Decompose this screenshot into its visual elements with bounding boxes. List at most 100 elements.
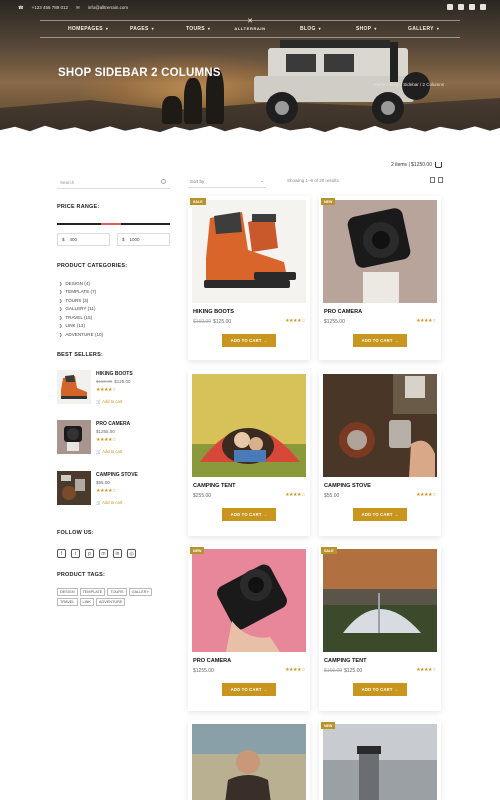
instagram-icon[interactable] [458, 4, 464, 10]
tag[interactable]: LINK [79, 598, 94, 606]
hiking-boots-thumb[interactable] [57, 370, 91, 404]
add-to-cart-link[interactable]: 🛒 Add to cart [96, 399, 122, 405]
pinterest-icon[interactable]: p [85, 549, 94, 558]
product-name[interactable]: PRO CAMERA [324, 309, 362, 315]
best-sellers-title: BEST SELLERS: [57, 352, 103, 358]
search-input[interactable]: Search [57, 176, 170, 189]
messenger-icon[interactable]: m [99, 549, 108, 558]
product-price: $1255.00 [193, 668, 214, 674]
phone-text[interactable]: +123 456 789 012 [32, 5, 68, 11]
facebook-icon[interactable]: f [57, 549, 66, 558]
camping-tent-image[interactable] [192, 374, 306, 477]
tag[interactable]: TOURS [107, 588, 127, 596]
rating-stars: ★★★★☆ [285, 318, 305, 324]
tag[interactable]: ADVENTURE [95, 598, 126, 606]
category-item[interactable]: ❯ TRAVEL (15) [59, 313, 103, 322]
thermos-image[interactable] [323, 724, 437, 800]
best-seller-item: CAMPING STOVE $55.00 ★★★★☆ 🛒 Add to cart [57, 471, 172, 515]
best-seller-item: PRO CAMERA $1255.00 ★★★★☆ 🛒 Add to cart [57, 420, 172, 464]
cart-summary[interactable]: 2 items | $1250.00 [391, 162, 442, 168]
tag[interactable]: GALLERY [128, 588, 153, 596]
add-to-cart-link[interactable]: 🛒 Add to cart [96, 500, 122, 506]
camping-stove-thumb[interactable] [57, 471, 91, 505]
product-name[interactable]: CAMPING TENT [324, 658, 367, 664]
category-item[interactable]: ❯ ADVENTURE (10) [59, 330, 103, 339]
flickr-icon[interactable] [469, 4, 475, 10]
nav-pages[interactable]: PAGES ▾ [130, 26, 154, 32]
list-view-icon[interactable] [438, 177, 443, 183]
rating-stars: ★★★★☆ [416, 318, 436, 324]
breadcrumb[interactable]: Home / Shop / Sidebar / 2 Columns [373, 82, 444, 87]
crossed-axes-icon: ✕ [247, 18, 253, 25]
nav-homepages[interactable]: HOMEPAGES ▾ [68, 26, 108, 32]
top-bar: ☎ +123 456 789 012 ✉ info@alltrerrain.co… [0, 0, 500, 16]
best-seller-name[interactable]: HIKING BOOTS [96, 371, 133, 377]
category-item[interactable]: ❯ TEMPLATE (7) [59, 288, 103, 297]
chevron-down-icon: ▾ [318, 26, 321, 31]
add-to-cart-button[interactable]: ADD TO CART → [222, 508, 276, 521]
nav-shop[interactable]: SHOP ▾ [356, 26, 377, 32]
tag[interactable]: TEMPLATE [79, 588, 106, 596]
product-price: $1255.00 [324, 319, 345, 325]
cart-summary-text: 2 items | $1250.00 [390, 162, 432, 168]
sort-select[interactable]: Sort by ⌄ [188, 176, 266, 188]
nav-tours[interactable]: TOURS ▾ [186, 26, 210, 32]
best-seller-name[interactable]: PRO CAMERA [96, 421, 130, 427]
add-to-cart-button[interactable]: ADD TO CART → [353, 334, 407, 347]
nav-blog[interactable]: BLOG ▾ [300, 26, 321, 32]
hiker-jacket-image[interactable] [192, 724, 306, 800]
nav-gallery[interactable]: GALLERY ▾ [408, 26, 439, 32]
category-item[interactable]: ❯ LINK (13) [59, 322, 103, 331]
product-name[interactable]: HIKING BOOTS [193, 309, 234, 315]
product-name[interactable]: CAMPING TENT [193, 483, 236, 489]
sale-badge: SALE [190, 198, 206, 205]
add-to-cart-button[interactable]: ADD TO CART → [222, 334, 276, 347]
chevron-down-icon: ⌄ [260, 178, 264, 183]
product-price: $160.00 $125.00 [324, 668, 363, 674]
instagram-icon[interactable]: ◎ [127, 549, 136, 558]
rating-stars: ★★★★☆ [96, 437, 116, 443]
camping-tent-image[interactable] [323, 549, 437, 652]
facebook-icon[interactable] [447, 4, 453, 10]
tag[interactable]: DESIGN [57, 588, 78, 596]
add-to-cart-button[interactable]: ADD TO CART → [222, 683, 276, 696]
chevron-right-icon: ❯ [59, 314, 63, 320]
product-name[interactable]: CAMPING STOVE [324, 483, 371, 489]
chevron-right-icon: ❯ [59, 297, 63, 303]
twitter-icon[interactable] [480, 4, 486, 10]
tag[interactable]: TRAVEL [57, 598, 78, 606]
product-card: CAMPING TENT $255.00 ★★★★☆ ADD TO CART → [188, 370, 310, 536]
price-range-fill[interactable] [101, 223, 121, 225]
add-to-cart-link[interactable]: 🛒 Add to cart [96, 449, 122, 455]
twitter-icon[interactable]: t [71, 549, 80, 558]
search-icon[interactable] [161, 179, 166, 184]
price-range-slider[interactable] [57, 223, 170, 225]
product-card: NEW [319, 720, 441, 800]
camping-stove-image[interactable] [323, 374, 437, 477]
pro-camera-thumb[interactable] [57, 420, 91, 454]
product-card: NEW PRO CAMERA $1255.00 ★★★★☆ ADD TO CAR… [319, 196, 441, 360]
rating-stars: ★★★★☆ [96, 488, 116, 494]
best-seller-name[interactable]: CAMPING STOVE [96, 472, 138, 478]
product-price: $160.00 $125.00 [193, 319, 232, 325]
email-text[interactable]: info@alltrerrain.com [88, 5, 128, 11]
add-to-cart-button[interactable]: ADD TO CART → [353, 508, 407, 521]
pro-camera-image[interactable] [192, 549, 306, 652]
category-item[interactable]: ❯ DESIGN (4) [59, 279, 103, 288]
category-item[interactable]: ❯ GALLERY (11) [59, 305, 103, 314]
chevron-right-icon: ❯ [59, 306, 63, 312]
price-max-input[interactable]: $1000 [117, 233, 170, 246]
grid-view-icon[interactable] [430, 177, 435, 183]
price-min-input[interactable]: $400 [57, 233, 110, 246]
best-seller-price: $55.00 [96, 480, 110, 485]
category-item[interactable]: ❯ TOURS (3) [59, 296, 103, 305]
pro-camera-image[interactable] [323, 200, 437, 303]
hiking-boots-image[interactable] [192, 200, 306, 303]
site-logo[interactable]: ✕ ALLTERRAIN [226, 18, 274, 40]
chevron-right-icon: ❯ [59, 289, 63, 295]
hero-banner: ☎ +123 456 789 012 ✉ info@alltrerrain.co… [0, 0, 500, 138]
add-to-cart-button[interactable]: ADD TO CART → [353, 683, 407, 696]
product-price: $255.00 [193, 493, 212, 499]
linkedin-icon[interactable]: in [113, 549, 122, 558]
product-name[interactable]: PRO CAMERA [193, 658, 231, 664]
